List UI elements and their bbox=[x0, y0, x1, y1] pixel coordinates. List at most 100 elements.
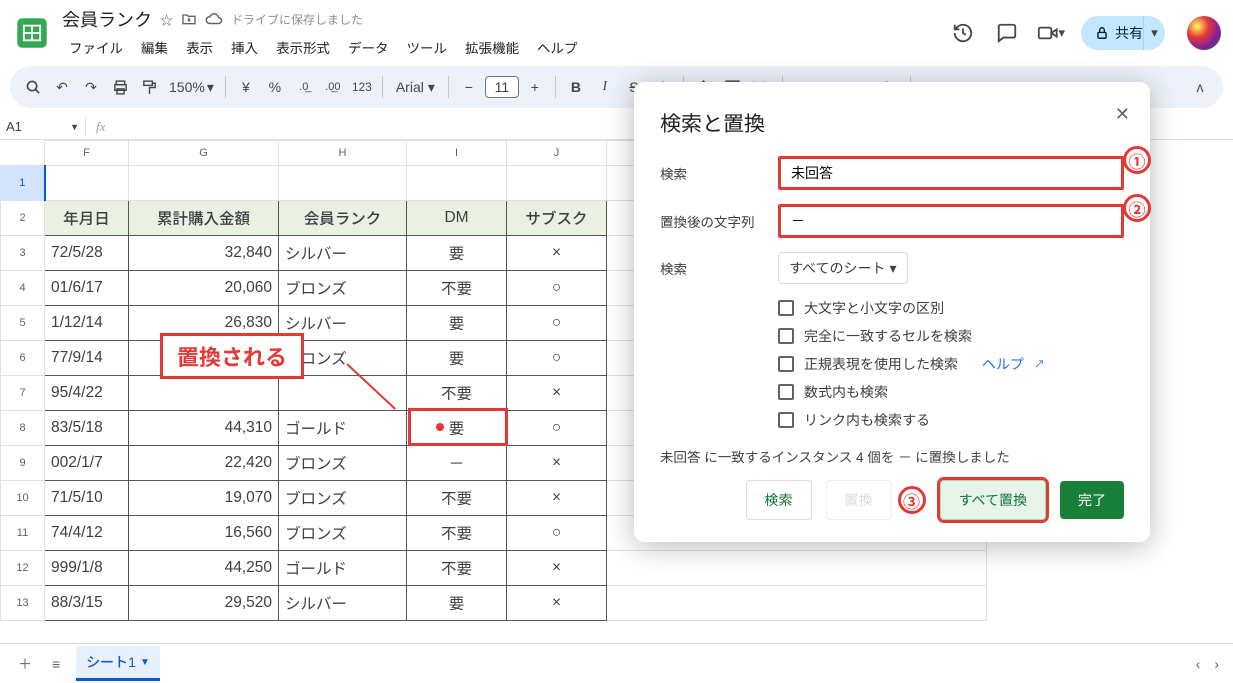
row-header[interactable]: 7 bbox=[1, 376, 45, 411]
checkbox-formula[interactable] bbox=[778, 384, 794, 400]
cell[interactable]: 01/6/17 bbox=[45, 271, 129, 306]
doc-title[interactable]: 会員ランク bbox=[62, 6, 152, 32]
cell[interactable]: ○ bbox=[507, 271, 607, 306]
replace-button[interactable]: 置換 bbox=[826, 480, 892, 520]
zoom-level[interactable]: 150% ▾ bbox=[165, 73, 218, 101]
print-icon[interactable] bbox=[107, 73, 133, 101]
collapse-toolbar-icon[interactable]: ʌ bbox=[1187, 73, 1213, 101]
close-icon[interactable]: ✕ bbox=[1115, 104, 1130, 125]
row-header[interactable]: 5 bbox=[1, 306, 45, 341]
cell[interactable]: 不要 bbox=[407, 376, 507, 411]
row-header[interactable]: 11 bbox=[1, 516, 45, 551]
cell[interactable]: ブロンズ bbox=[279, 516, 407, 551]
col-header-g[interactable]: G bbox=[129, 141, 279, 166]
cell[interactable]: 83/5/18 bbox=[45, 411, 129, 446]
search-tool-icon[interactable] bbox=[20, 73, 46, 101]
tab-scroll-right-icon[interactable]: › bbox=[1214, 656, 1219, 672]
cell[interactable]: シルバー bbox=[279, 586, 407, 621]
cell[interactable] bbox=[607, 551, 987, 586]
cell[interactable]: 88/3/15 bbox=[45, 586, 129, 621]
replace-all-button[interactable]: すべて置換 bbox=[940, 480, 1046, 520]
paint-format-icon[interactable] bbox=[136, 73, 162, 101]
col-header-j[interactable]: J bbox=[507, 141, 607, 166]
checkbox-regex[interactable] bbox=[778, 356, 794, 372]
row-header[interactable]: 9 bbox=[1, 446, 45, 481]
tab-scroll-left-icon[interactable]: ‹ bbox=[1196, 656, 1201, 672]
replace-input[interactable] bbox=[778, 204, 1124, 238]
row-header-1[interactable]: 1 bbox=[1, 166, 45, 201]
th-sub[interactable]: サブスク bbox=[507, 201, 607, 236]
cell[interactable]: ゴールド bbox=[279, 411, 407, 446]
th-date[interactable]: 年月日 bbox=[45, 201, 129, 236]
name-box[interactable]: A1▼ bbox=[0, 116, 86, 137]
done-button[interactable]: 完了 bbox=[1060, 481, 1124, 519]
cell[interactable]: 要 bbox=[407, 236, 507, 271]
cell[interactable]: 要 bbox=[407, 306, 507, 341]
history-icon[interactable] bbox=[949, 19, 977, 47]
increase-decimal-icon[interactable]: .0̲0 bbox=[320, 73, 346, 101]
currency-icon[interactable]: ¥ bbox=[233, 73, 259, 101]
select-all-corner[interactable] bbox=[1, 141, 45, 166]
cell[interactable]: 002/1/7 bbox=[45, 446, 129, 481]
cell[interactable]: ○ bbox=[507, 306, 607, 341]
cell[interactable]: ○ bbox=[507, 341, 607, 376]
decrease-decimal-icon[interactable]: .0̲ bbox=[291, 73, 317, 101]
font-family[interactable]: Arial ▾ bbox=[390, 73, 441, 101]
row-header[interactable]: 3 bbox=[1, 236, 45, 271]
cell[interactable]: ブロンズ bbox=[279, 271, 407, 306]
cell[interactable] bbox=[279, 376, 407, 411]
row-header[interactable]: 12 bbox=[1, 551, 45, 586]
cell[interactable]: ブロンズ bbox=[279, 446, 407, 481]
menu-help[interactable]: ヘルプ bbox=[530, 34, 585, 60]
cell[interactable]: × bbox=[507, 551, 607, 586]
cell[interactable]: 19,070 bbox=[129, 481, 279, 516]
th-dm[interactable]: DM bbox=[407, 201, 507, 236]
find-button[interactable]: 検索 bbox=[746, 480, 812, 520]
cell[interactable]: 不要 bbox=[407, 516, 507, 551]
row-header[interactable]: 2 bbox=[1, 201, 45, 236]
font-size-increase[interactable]: + bbox=[522, 73, 548, 101]
cell[interactable]: 要 bbox=[407, 586, 507, 621]
cell[interactable]: ○ bbox=[507, 411, 607, 446]
add-sheet-icon[interactable]: ＋ bbox=[14, 650, 36, 678]
font-size-input[interactable]: 11 bbox=[485, 76, 519, 98]
move-folder-icon[interactable] bbox=[181, 11, 197, 27]
cell[interactable]: ブロンズ bbox=[279, 481, 407, 516]
font-size-decrease[interactable]: − bbox=[456, 73, 482, 101]
bold-icon[interactable]: B bbox=[563, 73, 589, 101]
account-avatar[interactable] bbox=[1187, 16, 1221, 50]
comment-icon[interactable] bbox=[993, 19, 1021, 47]
star-icon[interactable]: ☆ bbox=[160, 10, 173, 29]
sheet-tab-1[interactable]: シート1▼ bbox=[76, 646, 160, 681]
cell[interactable]: 44,310 bbox=[129, 411, 279, 446]
th-amount[interactable]: 累計購入金額 bbox=[129, 201, 279, 236]
th-rank[interactable]: 会員ランク bbox=[279, 201, 407, 236]
cell[interactable]: × bbox=[507, 481, 607, 516]
cell[interactable]: 要 bbox=[407, 341, 507, 376]
cell[interactable]: 29,520 bbox=[129, 586, 279, 621]
cell[interactable]: × bbox=[507, 376, 607, 411]
col-header-i[interactable]: I bbox=[407, 141, 507, 166]
all-sheets-icon[interactable]: ≡ bbox=[48, 652, 64, 676]
cell[interactable]: 77/9/14 bbox=[45, 341, 129, 376]
row-header[interactable]: 4 bbox=[1, 271, 45, 306]
cell[interactable]: 不要 bbox=[407, 271, 507, 306]
cell[interactable]: 999/1/8 bbox=[45, 551, 129, 586]
cell[interactable]: 71/5/10 bbox=[45, 481, 129, 516]
cell[interactable]: × bbox=[507, 586, 607, 621]
cell[interactable]: 要 bbox=[407, 411, 507, 446]
cell[interactable]: 20,060 bbox=[129, 271, 279, 306]
cell[interactable]: 44,250 bbox=[129, 551, 279, 586]
menu-format[interactable]: 表示形式 bbox=[269, 34, 337, 60]
search-input[interactable] bbox=[778, 156, 1124, 190]
col-header-h[interactable]: H bbox=[279, 141, 407, 166]
cell[interactable]: ○ bbox=[507, 516, 607, 551]
cell[interactable]: シルバー bbox=[279, 236, 407, 271]
cell[interactable]: 不要 bbox=[407, 481, 507, 516]
cell[interactable] bbox=[607, 586, 987, 621]
meet-icon[interactable]: ▾ bbox=[1037, 19, 1065, 47]
cell[interactable]: 95/4/22 bbox=[45, 376, 129, 411]
italic-icon[interactable]: I bbox=[592, 73, 618, 101]
cell[interactable]: － bbox=[407, 446, 507, 481]
menu-tools[interactable]: ツール bbox=[400, 34, 455, 60]
